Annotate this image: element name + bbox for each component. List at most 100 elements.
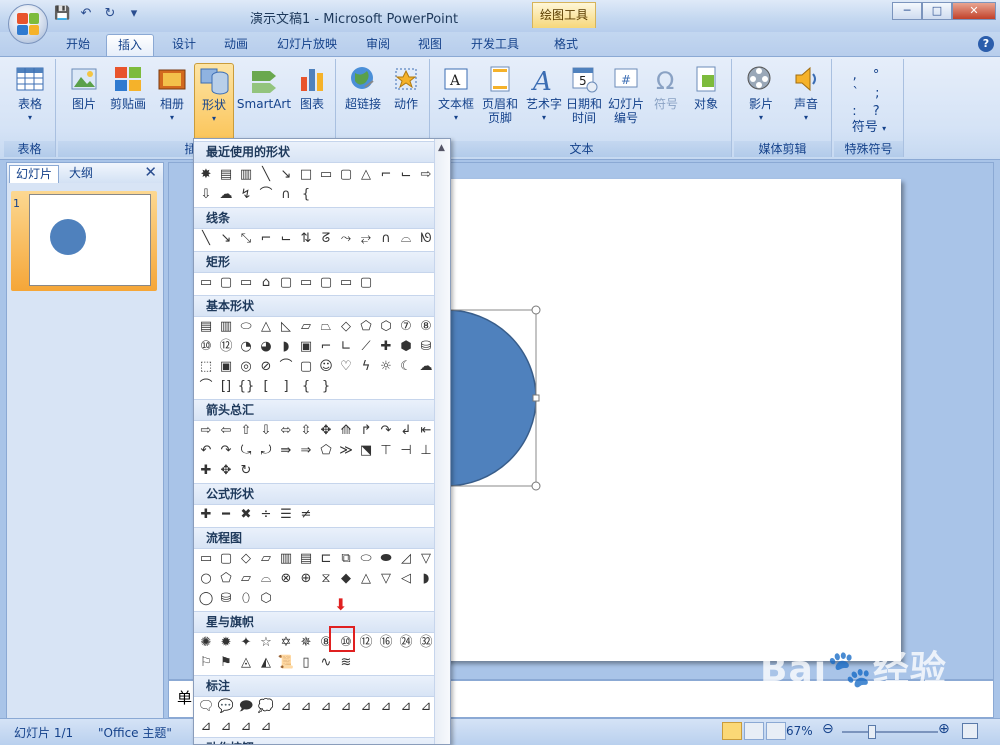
shape-line-11[interactable]: ⌓ [396, 229, 416, 249]
shape-vertical-textbox[interactable]: ▥ [236, 165, 256, 185]
shape-basic-1[interactable]: ▤ [196, 317, 216, 337]
scroll-up-icon[interactable]: ▲ [438, 143, 445, 153]
shape-flow-20[interactable]: ◆ [336, 569, 356, 589]
shape-rect-5[interactable]: ▢ [276, 273, 296, 293]
shape-rounded-rect[interactable]: ▭ [316, 165, 336, 185]
shape-cloud[interactable]: ☁ [216, 185, 236, 205]
shape-basic-42[interactable]: { [296, 377, 316, 397]
shape-rect-8[interactable]: ▭ [336, 273, 356, 293]
shape-ribbon-1[interactable]: ⚐ [196, 653, 216, 673]
shape-basic-15[interactable]: ◔ [236, 337, 256, 357]
shape-rect-3[interactable]: ▭ [236, 273, 256, 293]
tab-view[interactable]: 视图 [412, 34, 448, 56]
shape-callout-9[interactable]: ⊿ [356, 697, 376, 717]
shape-flow-22[interactable]: ▽ [376, 569, 396, 589]
shape-textbox[interactable]: ▤ [216, 165, 236, 185]
close-button[interactable]: ✕ [952, 2, 996, 20]
shape-basic-6[interactable]: ▱ [296, 317, 316, 337]
shape-basic-19[interactable]: ⌐ [316, 337, 336, 357]
shape-basic-9[interactable]: ⬠ [356, 317, 376, 337]
symbol-button[interactable]: Ω 符号 [648, 63, 684, 111]
shape-basic-31[interactable]: ☺ [316, 357, 336, 377]
shape-basic-23[interactable]: ⬢ [396, 337, 416, 357]
shape-elbow[interactable]: ⌐ [376, 165, 396, 185]
shape-callout-16[interactable]: ⊿ [256, 717, 276, 737]
shape-basic-28[interactable]: ⊘ [256, 357, 276, 377]
shape-callout-7[interactable]: ⊿ [316, 697, 336, 717]
shape-basic-40[interactable]: [ [256, 377, 276, 397]
redo-icon[interactable]: ↻ [102, 6, 118, 22]
tab-format[interactable]: 格式 [548, 34, 584, 56]
shape-basic-4[interactable]: △ [256, 317, 276, 337]
shape-basic-20[interactable]: ∟ [336, 337, 356, 357]
shape-explosion-2[interactable]: ✹ [216, 633, 236, 653]
shape-basic-12[interactable]: ⑧ [416, 317, 436, 337]
shape-line-8[interactable]: ⤳ [336, 229, 356, 249]
shape-flow-7[interactable]: ⊏ [316, 549, 336, 569]
shape-arrow-17[interactable]: ⇛ [276, 441, 296, 461]
shape-line-10[interactable]: ∩ [376, 229, 396, 249]
shape-flow-12[interactable]: ▽ [416, 549, 436, 569]
shape-arrow-25[interactable]: ✚ [196, 461, 216, 481]
hyperlink-button[interactable]: 超链接 [342, 63, 384, 111]
shape-down-arrow[interactable]: ⇩ [196, 185, 216, 205]
shape-star-32[interactable]: ㉜ [416, 633, 436, 653]
shape-line-5[interactable]: ⌙ [276, 229, 296, 249]
shape-callout-6[interactable]: ⊿ [296, 697, 316, 717]
shape-star-12[interactable]: ⑫ [356, 633, 376, 653]
shape-callout-13[interactable]: ⊿ [196, 717, 216, 737]
shape-line-6[interactable]: ⇅ [296, 229, 316, 249]
shape-basic-22[interactable]: ✚ [376, 337, 396, 357]
shape-basic-33[interactable]: ϟ [356, 357, 376, 377]
shape-arrow-4[interactable]: ⇩ [256, 421, 276, 441]
tab-slideshow[interactable]: 幻灯片放映 [272, 34, 342, 56]
shape-flow-17[interactable]: ⊗ [276, 569, 296, 589]
shape-basic-37[interactable]: ⌒ [196, 377, 216, 397]
shape-flow-13[interactable]: ○ [196, 569, 216, 589]
zoom-slider[interactable] [842, 725, 938, 739]
shape-arrow-19[interactable]: ⬠ [316, 441, 336, 461]
shape-rect-6[interactable]: ▭ [296, 273, 316, 293]
shape-ribbon-3[interactable]: ◬ [236, 653, 256, 673]
help-icon[interactable]: ? [978, 36, 994, 52]
picture-button[interactable]: 图片 [64, 63, 104, 111]
shape-basic-11[interactable]: ⑦ [396, 317, 416, 337]
shape-arrow-27[interactable]: ↻ [236, 461, 256, 481]
shape-wave-1[interactable]: ∿ [316, 653, 336, 673]
shape-rect-9[interactable]: ▢ [356, 273, 376, 293]
shape-flow-11[interactable]: ◿ [396, 549, 416, 569]
shape-scroll-1[interactable]: 📜 [276, 653, 296, 673]
shape-arrow-10[interactable]: ↷ [376, 421, 396, 441]
slide-canvas[interactable] [355, 179, 901, 661]
shape-flow-21[interactable]: △ [356, 569, 376, 589]
shape-basic-10[interactable]: ⬡ [376, 317, 396, 337]
shape-flow-4[interactable]: ▱ [256, 549, 276, 569]
shape-not-equal[interactable]: ≠ [296, 505, 316, 525]
shape-line-3[interactable]: ⤡ [236, 229, 256, 249]
shape-star-16[interactable]: ⑯ [376, 633, 396, 653]
shape-arrow-20[interactable]: ≫ [336, 441, 356, 461]
shape-basic-30[interactable]: ▢ [296, 357, 316, 377]
shape-flow-26[interactable]: ⛁ [216, 589, 236, 609]
tab-home[interactable]: 开始 [60, 34, 96, 56]
shape-callout-3[interactable]: 🗩 [236, 697, 256, 717]
shape-arrow-6[interactable]: ⇳ [296, 421, 316, 441]
shape-triangle[interactable]: △ [356, 165, 376, 185]
shape-star-24[interactable]: ㉔ [396, 633, 416, 653]
shape-arrow-18[interactable]: ⇒ [296, 441, 316, 461]
shape-flow-14[interactable]: ⬠ [216, 569, 236, 589]
movie-button[interactable]: 影片 ▾ [740, 63, 782, 125]
object-button[interactable]: 对象 [686, 63, 726, 111]
office-button[interactable] [8, 4, 48, 44]
shape-basic-39[interactable]: {} [236, 377, 256, 397]
zoom-out-icon[interactable]: ⊖ [822, 721, 834, 737]
shape-explosion[interactable]: ✸ [196, 165, 216, 185]
shape-arrow-15[interactable]: ⤿ [236, 441, 256, 461]
fit-window-icon[interactable] [962, 723, 978, 739]
shape-basic-43[interactable]: } [316, 377, 336, 397]
sorter-view-icon[interactable] [744, 722, 764, 740]
tab-insert[interactable]: 插入 [106, 34, 154, 56]
shape-line-12[interactable]: ᘚ [416, 229, 436, 249]
shape-basic-13[interactable]: ⑩ [196, 337, 216, 357]
shape-arrow-16[interactable]: ⤾ [256, 441, 276, 461]
